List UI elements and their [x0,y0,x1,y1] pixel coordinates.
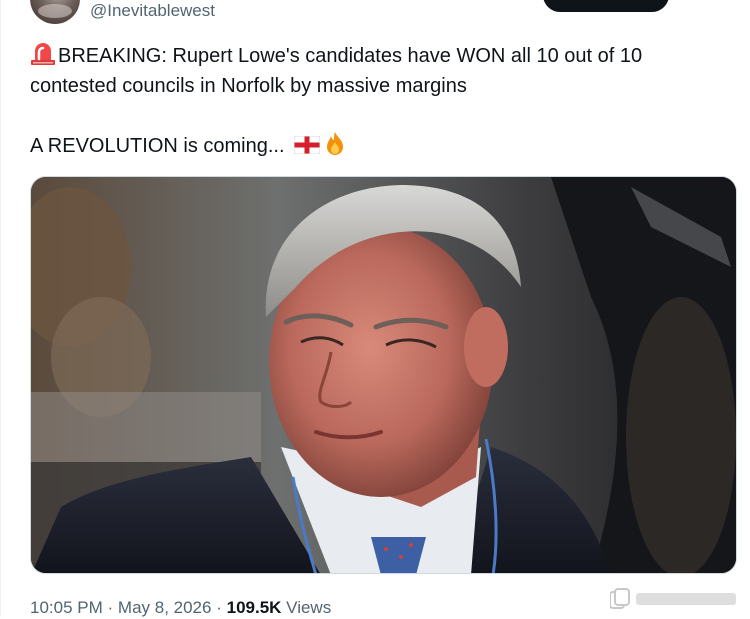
user-handle[interactable]: @Inevitablewest [90,1,215,21]
england-flag-emoji [294,136,321,154]
tweet-line-1: BREAKING: Rupert Lowe's candidates have … [30,41,730,71]
follow-button[interactable] [543,0,669,12]
watermark-logo [610,588,736,609]
tweet-line-3-text: A REVOLUTION is coming... [30,135,291,157]
views-count: 109.5K [226,598,282,617]
avatar[interactable] [30,0,80,24]
tweet-time[interactable]: 10:05 PM [30,598,103,617]
views-label: Views [286,598,332,617]
tweet-metadata: 10:05 PM · May 8, 2026 · 109.5K Views [30,597,331,619]
rotating-light-emoji [31,43,55,65]
tweet-date[interactable]: May 8, 2026 [118,598,212,617]
photo-image [31,177,736,573]
tweet-line-1-text: BREAKING: Rupert Lowe's candidates have … [58,45,643,67]
timeline-border [0,0,1,617]
more-options-icon[interactable] [680,0,700,8]
meta-separator: · [107,598,114,617]
tweet-text: BREAKING: Rupert Lowe's candidates have … [30,41,730,161]
tweet-line-2: contested councils in Norfolk by massive… [30,75,467,97]
fire-emoji [327,132,344,155]
meta-separator-2: · [216,598,222,617]
tweet-photo[interactable] [30,176,737,574]
tweet-line-3: A REVOLUTION is coming... [30,131,730,161]
